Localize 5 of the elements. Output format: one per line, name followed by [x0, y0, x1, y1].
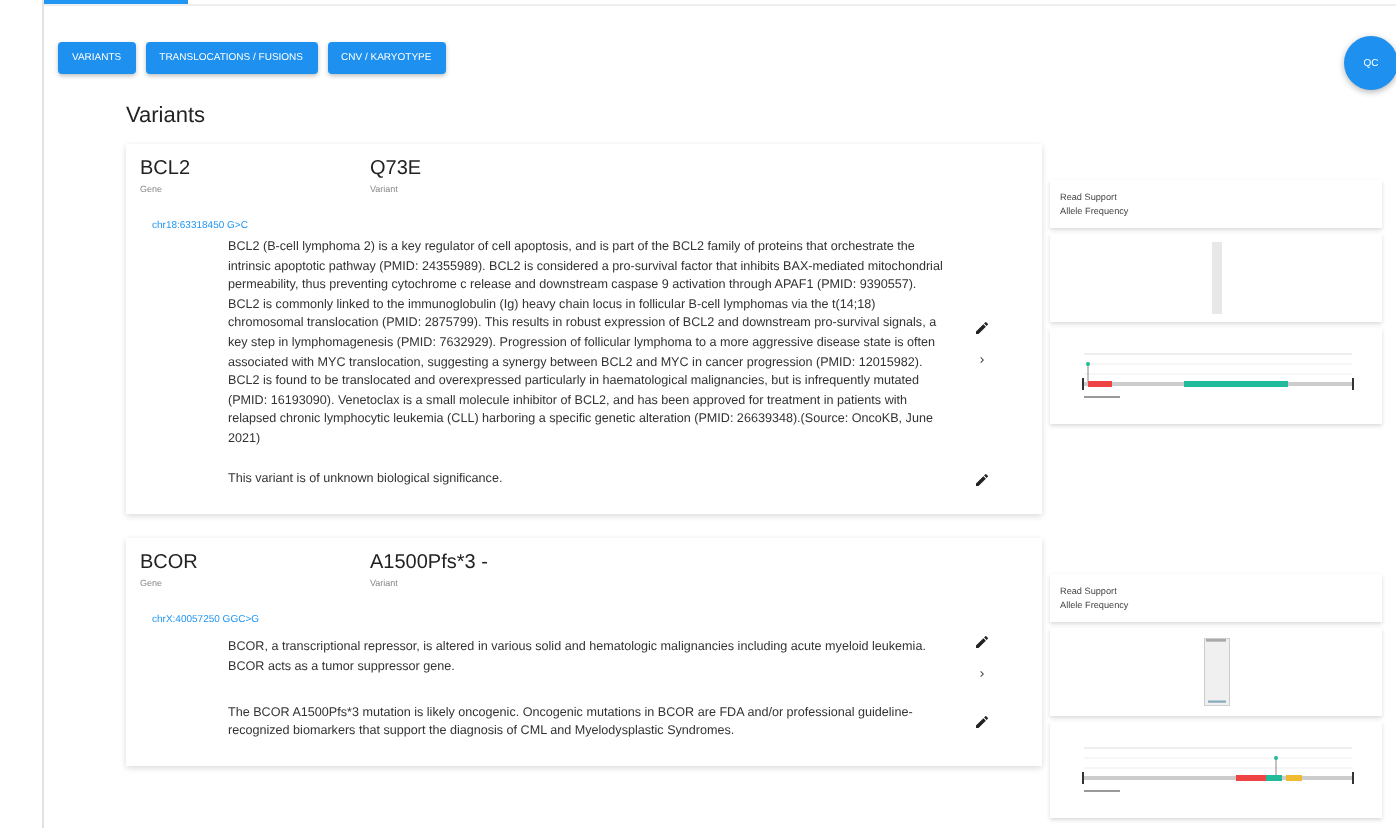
variant-name: A1500Pfs*3 - [370, 549, 490, 576]
gene-name: BCL2 [140, 156, 193, 182]
section-heading: Variants [126, 104, 208, 132]
variant-name: Q73E [370, 156, 424, 182]
gene-name: BCOR [140, 549, 200, 576]
